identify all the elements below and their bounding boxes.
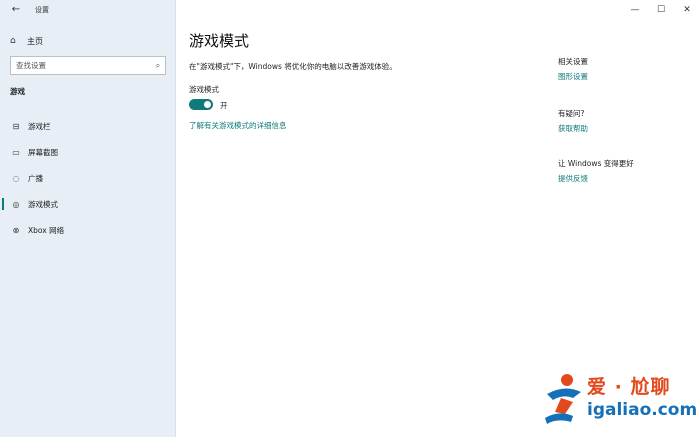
search-input[interactable] <box>11 61 151 70</box>
back-arrow-icon[interactable]: ← <box>8 2 24 18</box>
sidebar-item-gamebar[interactable]: ⊟ 游戏栏 <box>0 113 176 139</box>
page-description: 在"游戏模式"下，Windows 将优化你的电脑以改善游戏体验。 <box>189 62 397 71</box>
sidebar-item-xbox[interactable]: ⊗ Xbox 网络 <box>0 217 176 243</box>
give-feedback-link[interactable]: 提供反馈 <box>558 173 588 184</box>
questions-heading: 有疑问? <box>558 109 585 118</box>
sidebar-item-label: 游戏模式 <box>28 199 58 209</box>
app-title: 设置 <box>35 6 49 14</box>
watermark-line2: igaliao.com <box>587 400 698 420</box>
search-box[interactable]: ⌕ <box>10 56 166 75</box>
sidebar: ← 设置 ⌂ 主页 ⌕ 游戏 ⊟ 游戏栏 ▭ 屏幕截图 ◌ 广播 ◎ 游戏模式 … <box>0 0 176 437</box>
sidebar-item-label: 游戏栏 <box>28 121 51 131</box>
home-icon: ⌂ <box>10 36 16 46</box>
capture-icon: ▭ <box>12 147 20 157</box>
gamemode-icon: ◎ <box>12 199 20 209</box>
watermark-logo: 爱 · 尬聊 igaliao.com <box>543 370 697 428</box>
watermark-line1: 爱 · 尬聊 <box>587 376 671 398</box>
sidebar-item-gamemode[interactable]: ◎ 游戏模式 <box>0 191 176 217</box>
toggle-knob <box>204 101 211 108</box>
gamebar-icon: ⊟ <box>12 121 20 131</box>
sidebar-nav: ⊟ 游戏栏 ▭ 屏幕截图 ◌ 广播 ◎ 游戏模式 ⊗ Xbox 网络 <box>0 113 176 243</box>
search-icon[interactable]: ⌕ <box>151 61 165 71</box>
sidebar-item-captures[interactable]: ▭ 屏幕截图 <box>0 139 176 165</box>
graphics-settings-link[interactable]: 图形设置 <box>558 71 588 82</box>
toggle-state-text: 开 <box>220 101 228 110</box>
page-title: 游戏模式 <box>189 32 250 50</box>
minimize-icon[interactable]: — <box>622 0 648 20</box>
maximize-icon[interactable]: ☐ <box>648 0 674 20</box>
sidebar-item-label: 广播 <box>28 173 43 183</box>
broadcast-icon: ◌ <box>12 173 20 183</box>
xbox-icon: ⊗ <box>12 225 20 235</box>
game-mode-toggle[interactable] <box>189 99 213 110</box>
related-settings-heading: 相关设置 <box>558 57 588 66</box>
sidebar-item-label: Xbox 网络 <box>28 225 65 235</box>
get-help-link[interactable]: 获取帮助 <box>558 123 588 134</box>
sidebar-item-broadcast[interactable]: ◌ 广播 <box>0 165 176 191</box>
section-heading: 游戏 <box>10 87 25 96</box>
watermark-figure-icon <box>545 374 581 424</box>
toggle-label: 游戏模式 <box>189 85 219 94</box>
feedback-heading: 让 Windows 变得更好 <box>558 159 634 168</box>
home-label: 主页 <box>27 36 43 46</box>
home-nav-item[interactable]: ⌂ 主页 <box>10 33 43 49</box>
learn-more-link[interactable]: 了解有关游戏模式的详细信息 <box>189 120 287 131</box>
close-icon[interactable]: ✕ <box>674 0 700 20</box>
sidebar-item-label: 屏幕截图 <box>28 147 58 157</box>
titlebar-left: ← 设置 <box>0 0 176 22</box>
window-controls: — ☐ ✕ <box>622 0 700 20</box>
